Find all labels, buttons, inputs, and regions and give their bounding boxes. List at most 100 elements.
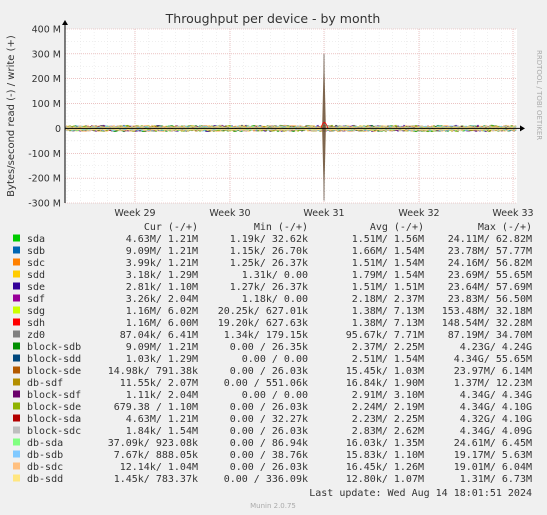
legend-series-name: block-sdc	[27, 426, 81, 437]
legend-value-min: 20.25k/ 627.01k	[218, 306, 308, 317]
legend-value-min: 0.00 / 32.27k	[230, 414, 308, 425]
legend-value-avg: 12.80k/ 1.07M	[346, 474, 424, 485]
legend-value-max: 19.17M/ 5.63M	[454, 450, 532, 461]
legend-value-max: 23.69M/ 55.65M	[448, 270, 532, 281]
legend-value-cur: 4.63M/ 1.21M	[126, 234, 198, 245]
legend-series-name: block-sdd	[27, 354, 81, 365]
legend-value-max: 4.34G/ 4.10G	[460, 402, 532, 413]
legend-swatch	[13, 414, 20, 422]
legend-value-avg: 15.45k/ 1.03M	[346, 366, 424, 377]
legend-value-avg: 1.79M/ 1.54M	[352, 270, 424, 281]
legend-value-avg: 2.24M/ 2.19M	[352, 402, 424, 413]
legend-swatch	[13, 258, 20, 266]
legend-value-min: 0.00 / 26.03k	[230, 402, 308, 413]
legend-value-cur: 1.45k/ 783.37k	[114, 474, 198, 485]
legend-swatch	[13, 450, 20, 458]
legend-value-min: 1.25k/ 26.37k	[230, 258, 308, 269]
legend-value-avg: 1.51M/ 1.56M	[352, 234, 424, 245]
legend-value-cur: 1.84k/ 1.54M	[126, 426, 198, 437]
legend-series-name: db-sda	[27, 438, 63, 449]
legend-series-name: db-sdb	[27, 450, 63, 461]
legend-value-avg: 95.67k/ 7.71M	[346, 330, 424, 341]
legend-value-max: 148.54M/ 32.28M	[442, 318, 532, 329]
last-update: Last update: Wed Aug 14 18:01:51 2024	[309, 488, 532, 499]
legend-series-name: block-sde	[27, 402, 81, 413]
legend-swatch	[13, 282, 20, 290]
legend-series-name: db-sdd	[27, 474, 63, 485]
y-tick-label: 300 M	[32, 49, 61, 60]
x-tick-label: Week 31	[303, 208, 344, 219]
legend-value-min: 0.00 / 0.00	[242, 354, 308, 365]
legend-swatch	[13, 234, 20, 242]
legend-series-name: sdd	[27, 270, 45, 281]
legend-value-avg: 2.51M/ 1.54M	[352, 354, 424, 365]
legend-value-min: 1.19k/ 32.62k	[230, 234, 308, 245]
legend-value-avg: 16.03k/ 1.35M	[346, 438, 424, 449]
legend-value-max: 24.16M/ 56.82M	[448, 258, 532, 269]
legend-series-name: block-sdb	[27, 342, 81, 353]
legend-value-min: 1.31k/ 0.00	[242, 270, 308, 281]
legend-swatch	[13, 294, 20, 302]
legend-value-max: 19.01M/ 6.04M	[454, 462, 532, 473]
legend-series-name: db-sdc	[27, 462, 63, 473]
legend-value-min: 1.34k/ 179.15k	[224, 330, 308, 341]
legend-value-max: 4.34G/ 55.65M	[454, 354, 532, 365]
legend-value-cur: 1.16M/ 6.02M	[126, 306, 198, 317]
chart-title: Throughput per device - by month	[165, 11, 381, 26]
legend-swatch	[13, 342, 20, 350]
legend-value-cur: 679.38 / 1.10M	[114, 402, 198, 413]
legend-series-name: zd0	[27, 330, 45, 341]
legend-value-min: 0.00 / 26.03k	[230, 426, 308, 437]
rrdtool-credit: RRDTOOL / TOBI OETIKER	[535, 50, 543, 140]
legend-value-max: 24.11M/ 62.82M	[448, 234, 532, 245]
y-tick-label: 0	[55, 124, 61, 135]
munin-version: Munin 2.0.75	[250, 502, 296, 510]
legend-series-name: block-sdf	[27, 390, 81, 401]
legend-swatch	[13, 438, 20, 446]
legend-value-cur: 1.11k/ 2.04M	[126, 390, 198, 401]
legend-value-cur: 3.18k/ 1.29M	[126, 270, 198, 281]
legend-value-min: 0.00 / 26.03k	[230, 366, 308, 377]
legend-value-min: 0.00 / 26.35k	[230, 342, 308, 353]
x-tick-label: Week 30	[209, 208, 250, 219]
legend-value-cur: 3.99k/ 1.21M	[126, 258, 198, 269]
legend-swatch	[13, 474, 20, 482]
legend-value-avg: 2.37M/ 2.25M	[352, 342, 424, 353]
legend-series-name: sdf	[27, 294, 45, 305]
legend-value-max: 23.83M/ 56.50M	[448, 294, 532, 305]
legend-value-max: 87.19M/ 34.70M	[448, 330, 532, 341]
legend-value-avg: 16.45k/ 1.26M	[346, 462, 424, 473]
legend-value-cur: 37.09k/ 923.08k	[108, 438, 198, 449]
legend-value-avg: 15.83k/ 1.10M	[346, 450, 424, 461]
throughput-chart: Throughput per device - by month Bytes/s…	[0, 0, 547, 515]
legend-value-min: 1.27k/ 26.37k	[230, 282, 308, 293]
legend-value-avg: 1.51M/ 1.51M	[352, 282, 424, 293]
legend-value-cur: 1.16M/ 6.00M	[126, 318, 198, 329]
legend-value-cur: 2.81k/ 1.10M	[126, 282, 198, 293]
legend-value-max: 23.97M/ 6.14M	[454, 366, 532, 377]
legend-swatch	[13, 462, 20, 470]
legend-swatch	[13, 246, 20, 254]
legend-series-name: sde	[27, 282, 45, 293]
legend-value-max: 4.23G/ 4.24G	[460, 342, 532, 353]
legend-value-min: 0.00 / 0.00	[242, 390, 308, 401]
legend-series-name: block-sda	[27, 414, 81, 425]
legend-value-max: 4.34G/ 4.09G	[460, 426, 532, 437]
legend-column-header: Avg (-/+)	[370, 222, 424, 233]
legend-value-cur: 14.98k/ 791.38k	[108, 366, 198, 377]
legend-value-max: 1.37M/ 12.23M	[454, 378, 532, 389]
legend-value-max: 23.64M/ 57.69M	[448, 282, 532, 293]
legend-value-max: 23.78M/ 57.77M	[448, 246, 532, 257]
legend-swatch	[13, 366, 20, 374]
legend-series-name: sdh	[27, 318, 45, 329]
legend-value-avg: 2.83M/ 2.62M	[352, 426, 424, 437]
legend-column-header: Max (-/+)	[478, 222, 532, 233]
legend-value-avg: 1.38M/ 7.13M	[352, 318, 424, 329]
legend-value-cur: 87.04k/ 6.41M	[120, 330, 198, 341]
legend-value-cur: 7.67k/ 888.05k	[114, 450, 198, 461]
x-tick-label: Week 33	[492, 208, 533, 219]
legend-value-min: 0.00 / 336.09k	[224, 474, 308, 485]
legend-value-min: 1.15k/ 26.70k	[230, 246, 308, 257]
legend-series-name: sda	[27, 234, 45, 245]
legend-swatch	[13, 378, 20, 386]
